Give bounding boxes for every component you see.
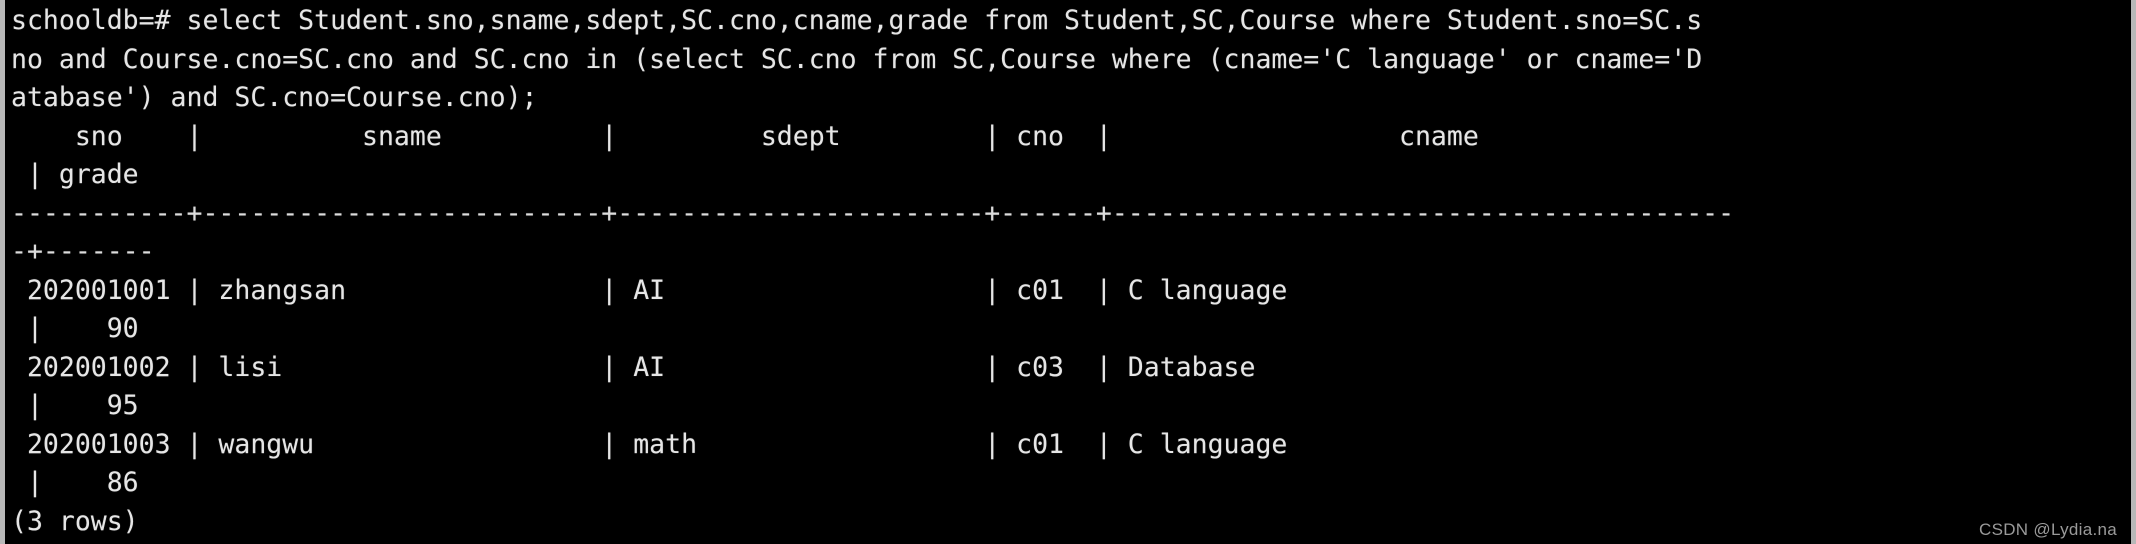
terminal-line-command-3: atabase') and SC.cno=Course.cno);	[11, 82, 538, 113]
terminal-line-row-1a: 202001001 | zhangsan | AI | c01 | C lang…	[11, 274, 1735, 306]
terminal-line-table-header-1: sno | sname | sdept | cno | cname	[11, 120, 1735, 152]
terminal-line-command-2: no and Course.cno=SC.cno and SC.cno in (…	[11, 43, 1703, 75]
watermark: CSDN @Lydia.na	[1979, 520, 2117, 539]
terminal-line-table-separator-1: -----------+-------------------------+--…	[11, 197, 1735, 229]
terminal-line-row-1b: | 90	[11, 313, 139, 344]
terminal-line-command-1: schooldb=# select Student.sno,sname,sdep…	[11, 5, 1703, 36]
terminal-line-row-count: (3 rows)	[11, 505, 139, 537]
terminal-line-row-2a: 202001002 | lisi | AI | c03 | Database	[11, 351, 1735, 383]
terminal-line-table-header-2: | grade	[11, 159, 155, 190]
terminal-line-row-2b: | 95	[11, 390, 139, 421]
terminal-screen[interactable]: schooldb=# select Student.sno,sname,sdep…	[5, 0, 2131, 544]
terminal-line-row-3a: 202001003 | wangwu | math | c01 | C lang…	[11, 428, 1735, 460]
terminal-line-row-3b: | 86	[11, 467, 139, 498]
terminal-line-table-separator-2: -+-------	[11, 236, 155, 267]
terminal-window[interactable]: schooldb=# select Student.sno,sname,sdep…	[0, 0, 2136, 544]
